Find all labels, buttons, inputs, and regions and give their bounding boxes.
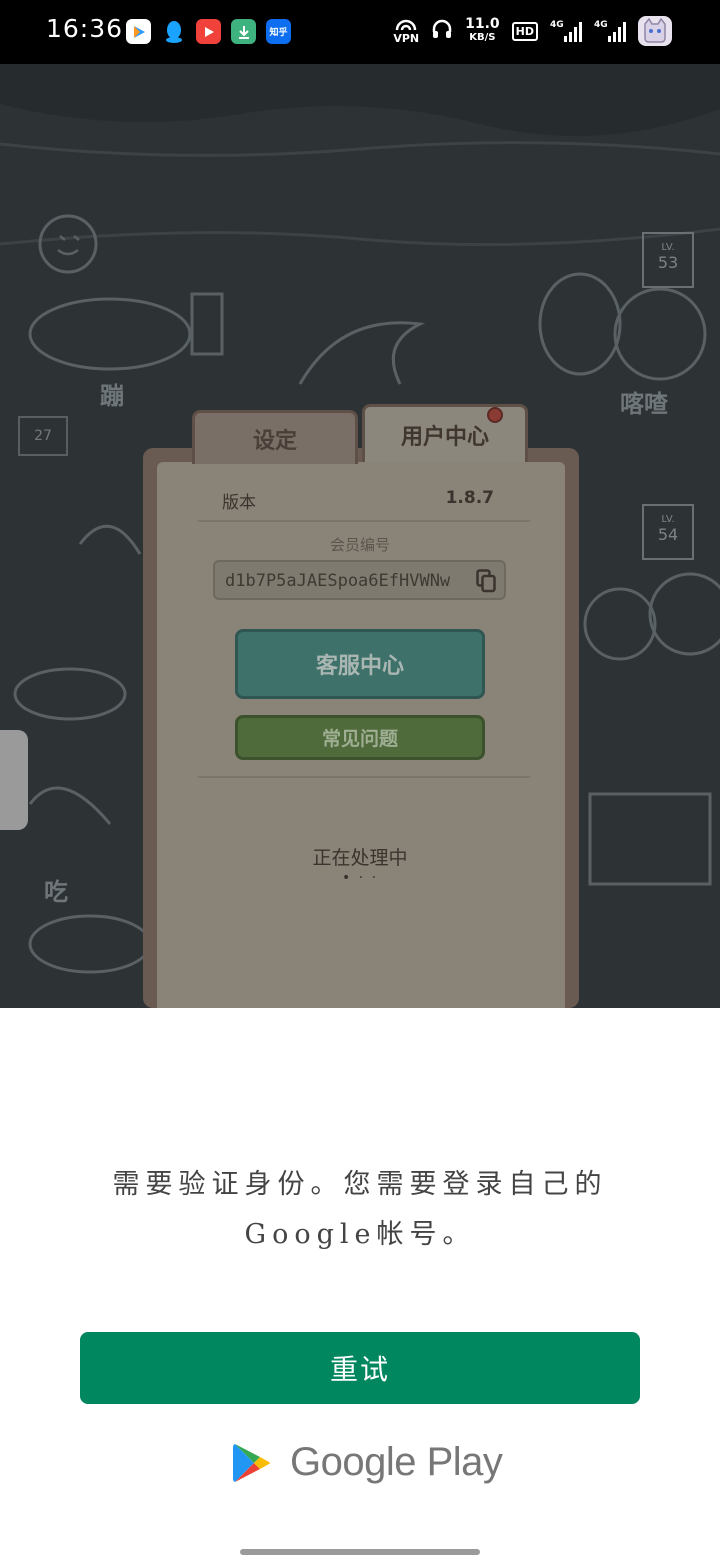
net-speed-unit: KB/S xyxy=(469,32,496,43)
status-bar: 16:36 知乎 VPN 11.0 KB/S HD 4G 4G xyxy=(0,0,720,64)
retry-button[interactable]: 重试 xyxy=(80,1332,640,1404)
signal-1-icon: 4G xyxy=(550,20,582,42)
sim2-label: 4G xyxy=(594,20,608,30)
home-indicator[interactable] xyxy=(240,1549,480,1555)
processing-text: 正在处理中 xyxy=(312,847,408,869)
zhihu-icon: 知乎 xyxy=(266,19,291,44)
video-app-icon xyxy=(196,19,221,44)
network-speed: 11.0 KB/S xyxy=(465,16,500,44)
side-panel-handle[interactable] xyxy=(0,730,28,830)
version-row: 版本 1.8.7 xyxy=(222,488,494,513)
level-flag-number: 54 xyxy=(657,525,679,544)
google-play-wordmark: Google Play xyxy=(290,1440,503,1484)
tab-settings[interactable]: 设定 xyxy=(192,410,358,464)
tencent-video-icon xyxy=(126,19,151,44)
vpn-icon: VPN xyxy=(393,19,419,44)
signal-2-icon: 4G xyxy=(594,20,626,42)
qq-icon xyxy=(161,19,186,44)
sim1-label: 4G xyxy=(550,20,564,30)
tab-user-center[interactable]: 用户中心 xyxy=(362,404,528,462)
tab-user-center-label: 用户中心 xyxy=(400,424,489,450)
auth-required-message: 需要验证身份。您需要登录自己的Google帐号。 xyxy=(112,1169,608,1250)
download-icon xyxy=(231,19,256,44)
battery-cat-icon xyxy=(638,16,672,46)
notification-icons: 知乎 xyxy=(126,19,291,44)
google-play-icon xyxy=(233,1443,270,1482)
system-icons: VPN 11.0 KB/S HD 4G 4G xyxy=(393,16,672,46)
member-id-value: d1b7P5aJAESpoa6EfHVWNw xyxy=(225,571,451,591)
version-label: 版本 xyxy=(222,493,256,513)
level-flag-54: LV. 54 xyxy=(642,504,694,560)
level-flag-label: LV. xyxy=(661,514,675,525)
faq-button[interactable]: 常见问题 xyxy=(235,715,485,760)
copy-icon[interactable] xyxy=(476,569,496,593)
divider xyxy=(198,520,530,522)
member-id-field: d1b7P5aJAESpoa6EfHVWNw xyxy=(213,560,506,600)
headphones-icon xyxy=(431,18,453,44)
customer-service-button[interactable]: 客服中心 xyxy=(235,629,485,699)
divider xyxy=(198,776,530,778)
member-id-label: 会员编号 xyxy=(329,536,390,554)
level-flag-53: LV. 53 xyxy=(642,232,694,288)
number-tile: 27 xyxy=(18,416,68,456)
sound-effect-text: 吃 xyxy=(44,878,68,906)
notification-dot xyxy=(487,407,503,423)
level-flag-label: LV. xyxy=(661,242,675,253)
version-value: 1.8.7 xyxy=(445,488,494,508)
clock: 16:36 xyxy=(46,14,124,43)
sound-effect-text: 蹦 xyxy=(100,382,124,410)
level-flag-number: 53 xyxy=(657,253,679,272)
hd-icon: HD xyxy=(511,21,538,41)
net-speed-value: 11.0 xyxy=(465,16,500,32)
loading-dots: • · · xyxy=(341,870,379,886)
sound-effect-text: 喀喳 xyxy=(620,390,668,418)
vpn-label: VPN xyxy=(393,31,420,45)
google-play-logo: Google Play xyxy=(232,1440,503,1485)
